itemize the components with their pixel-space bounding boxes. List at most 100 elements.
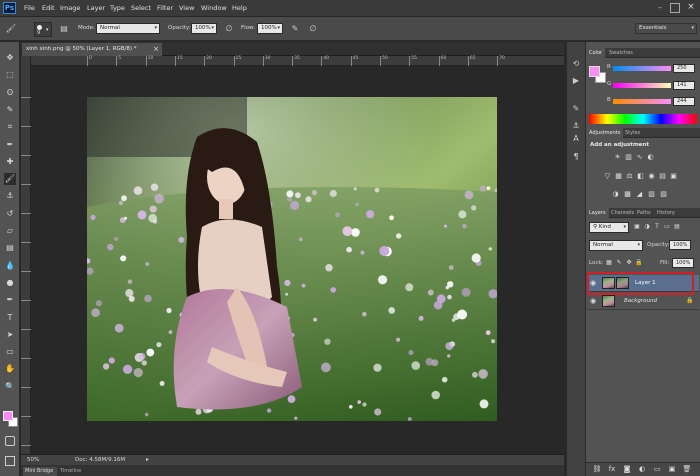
black-white-icon[interactable]: ◧ xyxy=(636,172,645,181)
clone-source-icon[interactable]: ⚓ xyxy=(569,120,583,132)
new-layer-icon[interactable]: ▣ xyxy=(667,465,677,474)
hue-saturation-icon[interactable]: ▦ xyxy=(614,172,623,181)
status-menu-arrow-icon[interactable]: ▸ xyxy=(146,456,149,463)
channel-r-slider[interactable] xyxy=(613,66,671,71)
channel-g-slider[interactable] xyxy=(613,83,671,88)
brightness-contrast-icon[interactable]: ☀ xyxy=(613,153,622,162)
new-adjustment-icon[interactable]: ◐ xyxy=(637,465,647,474)
tab-history[interactable]: History xyxy=(654,208,678,218)
posterize-icon[interactable]: ▩ xyxy=(623,190,632,199)
fill-input[interactable]: 100% xyxy=(672,258,694,268)
vertical-ruler[interactable] xyxy=(21,56,31,454)
foreground-color-swatch[interactable] xyxy=(589,66,600,77)
shape-tool-icon[interactable]: ▭ xyxy=(4,346,16,358)
layer-blend-mode-dropdown[interactable]: Normal ▾ xyxy=(589,240,643,251)
new-group-icon[interactable]: ▭ xyxy=(652,465,662,474)
tab-timeline[interactable]: Timeline xyxy=(60,467,81,476)
color-spectrum-ramp[interactable] xyxy=(589,114,697,124)
photo-filter-icon[interactable]: ◉ xyxy=(647,172,656,181)
brush-presets-icon[interactable]: ✎ xyxy=(569,103,583,115)
lasso-tool-icon[interactable]: ʘ xyxy=(4,87,16,99)
pen-tool-icon[interactable]: ✒ xyxy=(4,294,16,306)
menu-layer[interactable]: Layer xyxy=(87,4,105,14)
menu-window[interactable]: Window xyxy=(201,4,227,14)
healing-brush-tool-icon[interactable]: ✚ xyxy=(4,156,16,168)
gradient-map-icon[interactable]: ▨ xyxy=(647,190,656,199)
tab-mini-bridge[interactable]: Mini Bridge xyxy=(23,467,57,476)
tab-paths[interactable]: Paths xyxy=(634,208,654,218)
history-brush-tool-icon[interactable]: ↺ xyxy=(4,208,16,220)
color-balance-icon[interactable]: ⚖ xyxy=(625,172,634,181)
airbrush-icon[interactable]: ✎ xyxy=(289,23,301,35)
levels-icon[interactable]: ▥ xyxy=(624,153,633,162)
link-layers-icon[interactable]: ⛓ xyxy=(592,465,602,474)
curves-icon[interactable]: ∿ xyxy=(635,153,644,162)
screen-mode-icon[interactable] xyxy=(5,456,15,466)
opacity-input[interactable]: 100% ▾ xyxy=(191,23,217,34)
type-tool-icon[interactable]: T xyxy=(4,312,16,324)
document-tab[interactable]: xinh xinh.png @ 50% (Layer 1, RGB/8) * × xyxy=(22,43,162,56)
zoom-tool-icon[interactable]: 🔍 xyxy=(4,381,16,393)
maximize-icon[interactable] xyxy=(670,3,680,13)
exposure-icon[interactable]: ◐ xyxy=(646,153,655,162)
brush-panel-toggle-icon[interactable]: ▤ xyxy=(58,23,70,35)
close-window-icon[interactable]: × xyxy=(686,2,696,13)
hand-tool-icon[interactable]: ✋ xyxy=(4,363,16,375)
document-image[interactable] xyxy=(87,97,497,421)
layer-filter-dropdown[interactable]: ⚲ Kind ▾ xyxy=(589,222,629,233)
crop-tool-icon[interactable]: ⌗ xyxy=(4,121,16,133)
brush-tool-icon[interactable]: 🖌 xyxy=(5,23,17,35)
document-size-info[interactable]: Doc: 4.58M/9.16M xyxy=(75,457,125,463)
channel-b-input[interactable]: 244 xyxy=(673,97,695,106)
eraser-tool-icon[interactable]: ▱ xyxy=(4,225,16,237)
brush-tool-icon[interactable]: 🖌 xyxy=(4,173,16,186)
history-icon[interactable]: ⟲ xyxy=(569,58,583,70)
layer-name[interactable]: Background xyxy=(624,298,657,304)
menu-select[interactable]: Select xyxy=(131,4,151,14)
zoom-level[interactable]: 50% xyxy=(27,457,39,463)
quick-select-tool-icon[interactable]: ✎ xyxy=(4,104,16,116)
lock-position-icon[interactable]: ✥ xyxy=(625,259,633,267)
mode-dropdown[interactable]: Normal ▾ xyxy=(96,23,160,34)
channel-g-input[interactable]: 141 xyxy=(673,81,695,90)
menu-type[interactable]: Type xyxy=(110,4,125,14)
filter-type-icon[interactable]: T xyxy=(653,223,661,231)
tab-adjustments[interactable]: Adjustments xyxy=(586,128,624,138)
menu-file[interactable]: File xyxy=(24,4,35,14)
dodge-tool-icon[interactable]: ● xyxy=(4,277,16,289)
menu-edit[interactable]: Edit xyxy=(42,4,55,14)
close-tab-icon[interactable]: × xyxy=(153,43,159,56)
pressure-size-icon[interactable]: ∅ xyxy=(307,23,319,35)
filter-pixel-icon[interactable]: ▣ xyxy=(633,223,641,231)
channel-r-input[interactable]: 250 xyxy=(673,64,695,73)
filter-adjustment-icon[interactable]: ◑ xyxy=(643,223,651,231)
menu-filter[interactable]: Filter xyxy=(157,4,173,14)
marquee-tool-icon[interactable]: ⬚ xyxy=(4,69,16,81)
blur-tool-icon[interactable]: 💧 xyxy=(4,260,16,272)
delete-layer-icon[interactable]: 🗑 xyxy=(682,465,692,474)
pressure-opacity-icon[interactable]: ∅ xyxy=(223,23,235,35)
lock-paint-icon[interactable]: ✎ xyxy=(615,259,623,267)
eyedropper-tool-icon[interactable]: ✒ xyxy=(4,139,16,151)
tab-channels[interactable]: Channels xyxy=(608,208,637,218)
path-selection-tool-icon[interactable]: ➤ xyxy=(4,329,16,341)
flow-input[interactable]: 100% ▾ xyxy=(257,23,283,34)
visibility-eye-icon[interactable]: ◉ xyxy=(590,297,596,305)
actions-icon[interactable]: ▶ xyxy=(569,75,583,87)
gradient-tool-icon[interactable]: ▤ xyxy=(4,242,16,254)
layer-opacity-input[interactable]: 100% xyxy=(669,240,691,250)
threshold-icon[interactable]: ◢ xyxy=(635,190,644,199)
foreground-color-chip[interactable] xyxy=(3,411,13,421)
minimize-icon[interactable]: – xyxy=(655,3,665,13)
add-mask-icon[interactable]: ◙ xyxy=(622,465,632,474)
paragraph-icon[interactable]: ¶ xyxy=(569,151,583,163)
channel-mixer-icon[interactable]: ▤ xyxy=(658,172,667,181)
add-style-icon[interactable]: fx xyxy=(607,465,617,474)
lock-transparent-icon[interactable]: ▦ xyxy=(605,259,613,267)
menu-image[interactable]: Image xyxy=(60,4,80,14)
lock-all-icon[interactable]: 🔒 xyxy=(635,259,643,267)
selective-color-icon[interactable]: ▧ xyxy=(659,190,668,199)
move-tool-icon[interactable]: ✥ xyxy=(4,52,16,64)
vibrance-icon[interactable]: ▽ xyxy=(603,172,612,181)
channel-b-slider[interactable] xyxy=(613,99,671,104)
